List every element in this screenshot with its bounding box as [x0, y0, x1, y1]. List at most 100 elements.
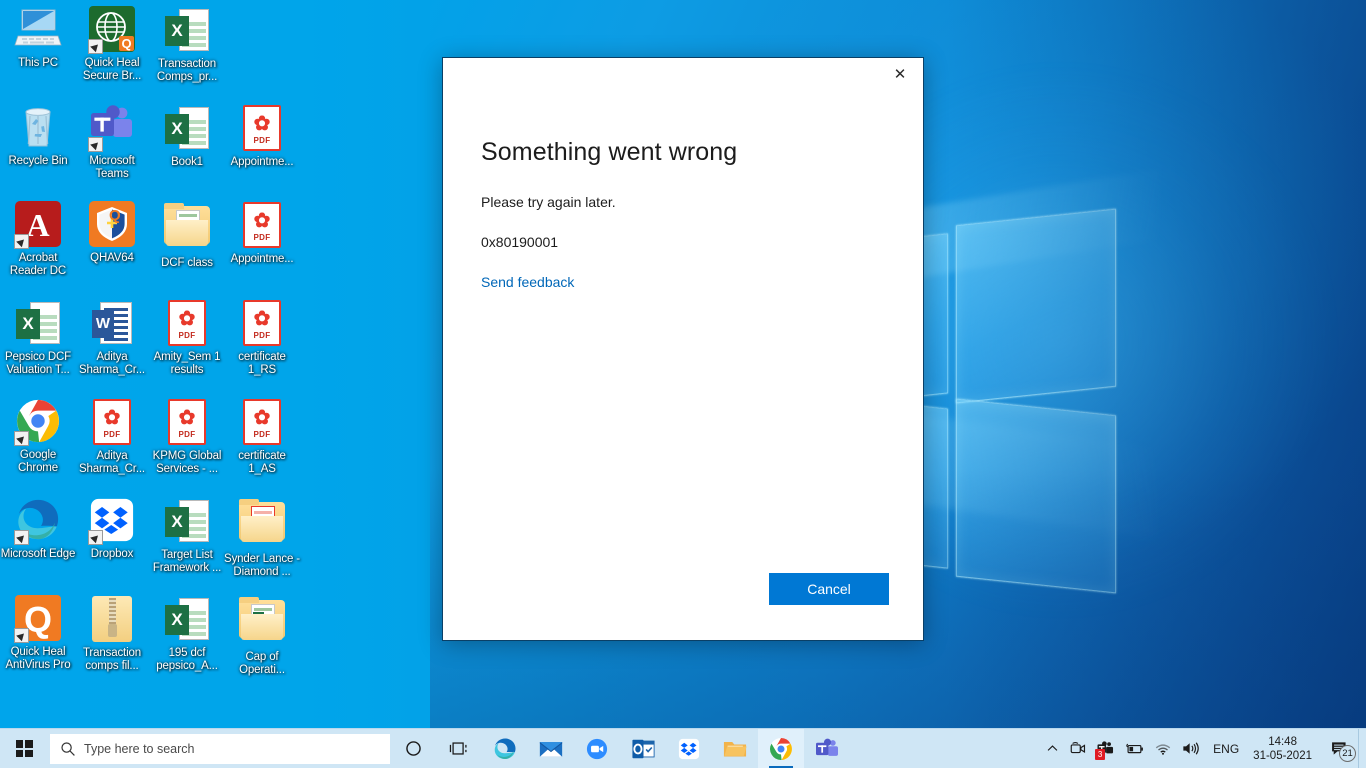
- folder-pdf-icon: [238, 499, 286, 550]
- desktop-icon[interactable]: This PC: [0, 6, 76, 70]
- computer-icon: [14, 6, 62, 54]
- shortcut-arrow-icon: [14, 628, 29, 643]
- microsoft-teams-button[interactable]: [804, 729, 850, 768]
- volume-tray-icon[interactable]: [1177, 729, 1205, 768]
- close-icon[interactable]: ✕: [877, 58, 923, 90]
- desktop-icon-label: Acrobat Reader DC: [9, 252, 67, 277]
- desktop-icon[interactable]: ✿ PDF KPMG Global Services - ...: [149, 398, 225, 476]
- network-tray-icon[interactable]: [1149, 729, 1177, 768]
- google-chrome-button[interactable]: [758, 728, 804, 768]
- desktop-icon[interactable]: X Book1: [149, 104, 225, 169]
- chrome-icon: [770, 737, 792, 760]
- desktop-icon[interactable]: Synder Lance - Diamond ...: [224, 497, 300, 579]
- windows-desktop[interactable]: This PC Q Quick Heal Secure Br... X Trans…: [0, 0, 1366, 768]
- zoom-button[interactable]: [574, 729, 620, 768]
- desktop-icon-label: certificate 1_AS: [238, 450, 286, 475]
- desktop-icon-label: Pepsico DCF Valuation T...: [4, 351, 72, 376]
- desktop-icon-label: Amity_Sem 1 results: [153, 351, 221, 376]
- desktop-icon[interactable]: X Transaction Comps_pr...: [149, 6, 225, 84]
- volume-icon: [1183, 742, 1199, 755]
- pdf-file-icon: ✿ PDF: [238, 300, 286, 348]
- search-input[interactable]: Type here to search: [50, 733, 390, 764]
- desktop-icon-label: 195 dcf pepsico_A...: [156, 647, 218, 672]
- cortana-button[interactable]: [390, 729, 436, 768]
- mail-button[interactable]: [528, 729, 574, 768]
- desktop-icon-label: Synder Lance - Diamond ...: [224, 553, 300, 578]
- svg-text:Q: Q: [121, 36, 131, 51]
- file-explorer-button[interactable]: [712, 729, 758, 768]
- webcam-tray-icon[interactable]: [1064, 729, 1092, 768]
- mail-icon: [539, 741, 563, 757]
- folder-excel-icon: X: [238, 597, 286, 648]
- notification-center-button[interactable]: 21: [1322, 729, 1358, 768]
- desktop-icon[interactable]: X Pepsico DCF Valuation T...: [0, 299, 76, 377]
- quickheal-antivirus-pro-icon: Q: [14, 595, 62, 643]
- wifi-icon: [1155, 743, 1171, 755]
- desktop-icon[interactable]: A Acrobat Reader DC: [0, 201, 76, 278]
- zip-file-icon: [88, 596, 136, 644]
- shortcut-arrow-icon: [88, 137, 103, 152]
- desktop-icon[interactable]: ✿ PDF Appointme...: [224, 201, 300, 266]
- dialog-title: Something went wrong: [481, 138, 738, 166]
- desktop-icon-label: Transaction comps fil...: [82, 647, 141, 672]
- desktop-icon-label: DCF class: [161, 257, 213, 269]
- dropbox-button[interactable]: [666, 729, 712, 768]
- teams-tray-icon[interactable]: 3: [1092, 729, 1119, 768]
- desktop-icon[interactable]: ✿ PDF certificate 1_RS: [224, 299, 300, 377]
- taskbar[interactable]: Type here to search 3 ENG 14:48 31-05-20…: [0, 728, 1366, 768]
- desktop-icon[interactable]: ✿ PDF Appointme...: [224, 104, 300, 169]
- language-indicator[interactable]: ENG: [1205, 729, 1247, 768]
- svg-text:Q: Q: [109, 207, 121, 224]
- desktop-icon-label: Book1: [171, 156, 203, 168]
- system-tray[interactable]: 3 ENG 14:48 31-05-2021 21: [1040, 728, 1366, 768]
- dropbox-icon: [88, 497, 136, 545]
- dialog-error-code: 0x80190001: [481, 234, 559, 250]
- desktop-icon-label: Microsoft Edge: [0, 548, 76, 560]
- quickheal-antivirus-icon: Q: [88, 201, 136, 249]
- desktop-icon[interactable]: Q Quick Heal Secure Br...: [74, 6, 150, 83]
- desktop-icon[interactable]: X 195 dcf pepsico_A...: [149, 595, 225, 673]
- pdf-file-icon: ✿ PDF: [88, 399, 136, 447]
- desktop-icon[interactable]: Dropbox: [74, 497, 150, 561]
- desktop-icon-label: Dropbox: [90, 548, 134, 560]
- start-button[interactable]: [0, 729, 48, 768]
- desktop-icon[interactable]: X Cap of Operati...: [224, 595, 300, 677]
- send-feedback-link[interactable]: Send feedback: [481, 274, 574, 290]
- desktop-icon[interactable]: X Target List Framework ...: [149, 497, 225, 575]
- desktop-icon[interactable]: DCF class: [149, 201, 225, 270]
- clock[interactable]: 14:48 31-05-2021: [1247, 729, 1322, 768]
- battery-icon: [1126, 743, 1144, 753]
- desktop-icon[interactable]: Microsoft Teams: [74, 104, 150, 181]
- edge-icon: [494, 738, 516, 759]
- desktop-icon-label: Aditya Sharma_Cr...: [79, 450, 145, 475]
- desktop-icon[interactable]: ✿ PDF Amity_Sem 1 results: [149, 299, 225, 377]
- desktop-icon[interactable]: Microsoft Edge: [0, 497, 76, 561]
- shortcut-arrow-icon: [14, 234, 29, 249]
- show-hidden-icons-button[interactable]: [1040, 729, 1064, 768]
- desktop-icon[interactable]: Recycle Bin: [0, 104, 76, 168]
- show-desktop-button[interactable]: [1358, 728, 1366, 768]
- desktop-icon[interactable]: Transaction comps fil...: [74, 595, 150, 673]
- cancel-button[interactable]: Cancel: [769, 573, 889, 605]
- microsoft-edge-button[interactable]: [482, 729, 528, 768]
- chrome-icon: [14, 398, 62, 446]
- task-view-button[interactable]: [436, 729, 482, 768]
- desktop-icon-label: Quick Heal Secure Br...: [82, 57, 142, 82]
- desktop-icon[interactable]: Q Quick Heal AntiVirus Pro: [0, 595, 76, 672]
- pdf-file-icon: ✿ PDF: [238, 202, 286, 250]
- desktop-icon[interactable]: Google Chrome: [0, 398, 76, 475]
- teams-icon: [816, 738, 838, 756]
- outlook-button[interactable]: [620, 729, 666, 768]
- battery-tray-icon[interactable]: [1119, 729, 1149, 768]
- excel-file-icon: X: [163, 7, 211, 55]
- desktop-icon[interactable]: W Aditya Sharma_Cr...: [74, 299, 150, 377]
- desktop-icon[interactable]: ✿ PDF Aditya Sharma_Cr...: [74, 398, 150, 476]
- desktop-icon-label: Transaction Comps_pr...: [156, 58, 218, 83]
- desktop-icon[interactable]: Q QHAV64: [74, 201, 150, 265]
- desktop-icon-label: Cap of Operati...: [239, 651, 285, 676]
- desktop-icon[interactable]: ✿ PDF certificate 1_AS: [224, 398, 300, 476]
- error-dialog[interactable]: ✕ Something went wrong Please try again …: [442, 57, 924, 641]
- desktop-icon-label: certificate 1_RS: [238, 351, 286, 376]
- search-icon: [61, 741, 75, 756]
- teams-icon: [88, 104, 136, 152]
